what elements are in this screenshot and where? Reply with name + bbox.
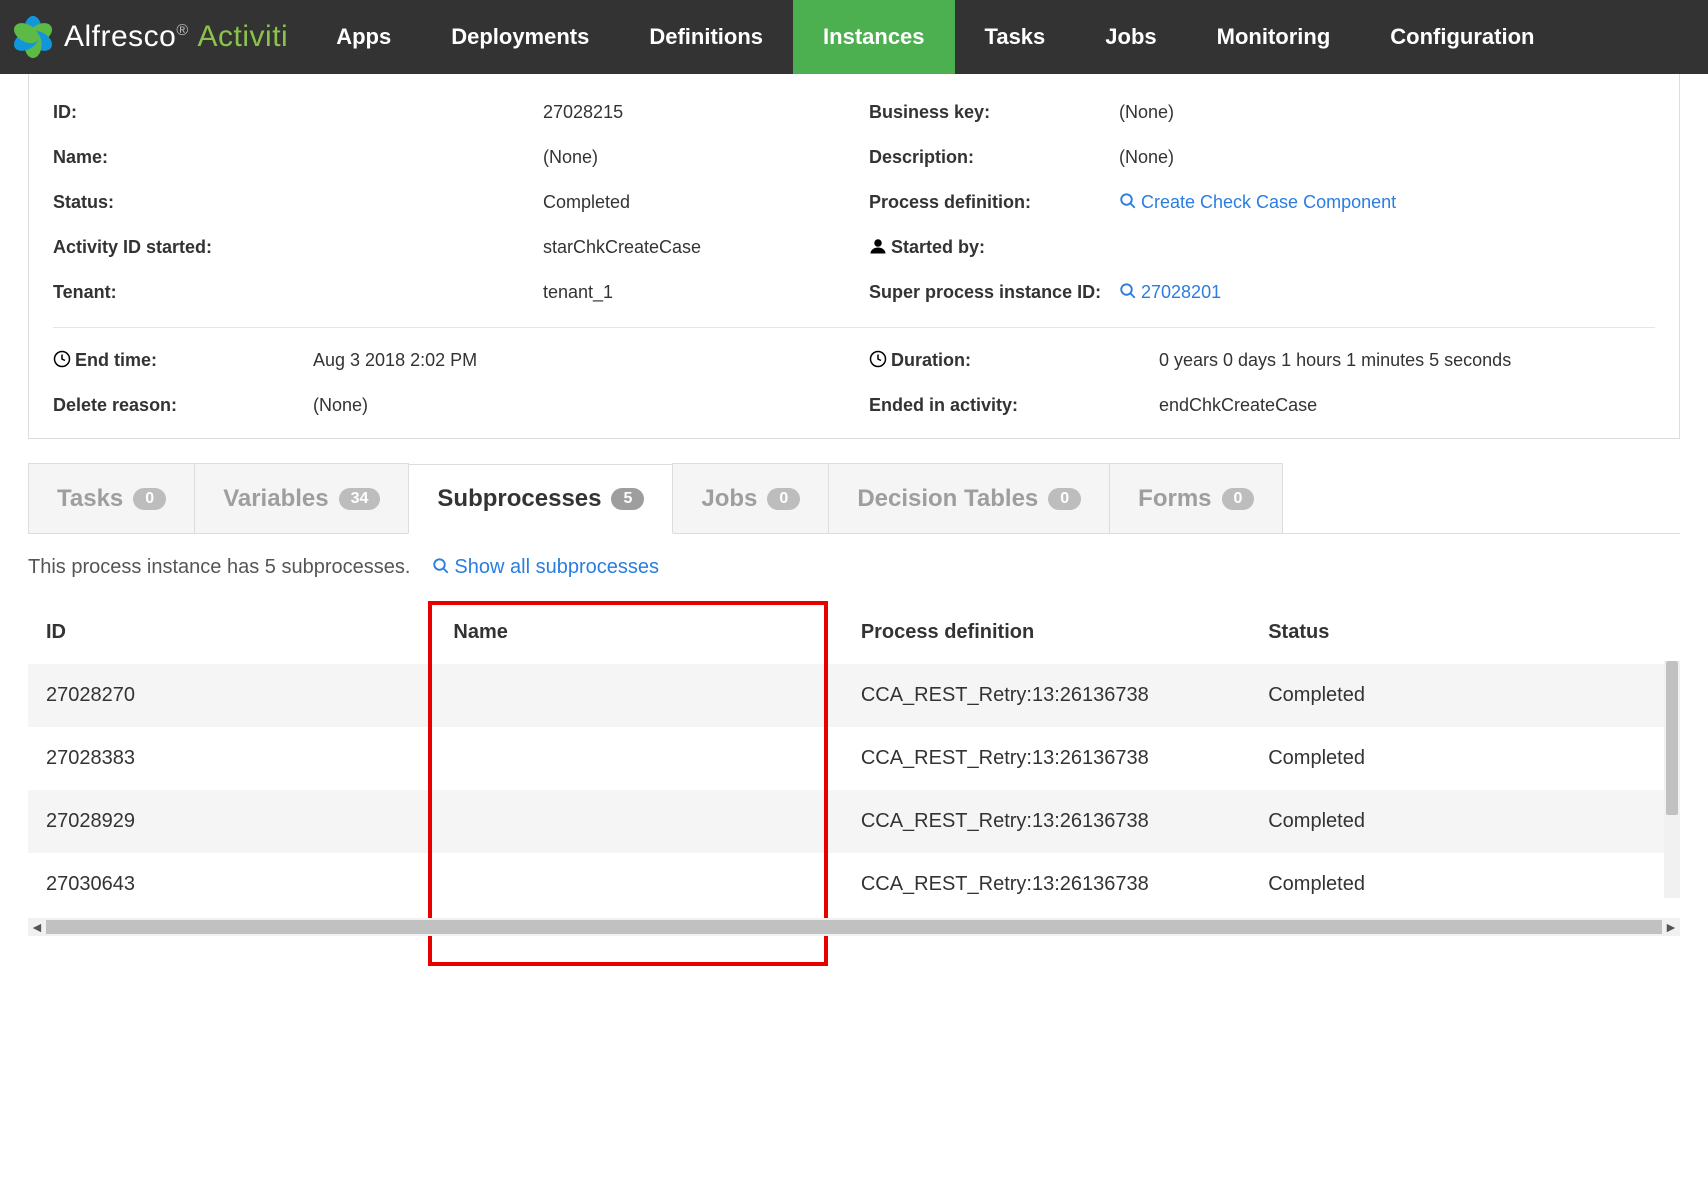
cell-pdef: CCA_REST_Retry:13:26136738 xyxy=(843,790,1250,853)
tenant-label: Tenant: xyxy=(53,282,543,303)
cell-name xyxy=(435,853,842,916)
description-label: Description: xyxy=(869,147,1119,168)
activity-id-started-value: starChkCreateCase xyxy=(543,237,701,258)
super-process-label: Super process instance ID: xyxy=(869,282,1119,303)
tab-badge: 0 xyxy=(1048,488,1081,510)
description-value: (None) xyxy=(1119,147,1174,168)
tab-decision-tables[interactable]: Decision Tables0 xyxy=(828,463,1110,533)
delete-reason-value: (None) xyxy=(313,395,839,416)
cell-name xyxy=(435,727,842,790)
end-time-value: Aug 3 2018 2:02 PM xyxy=(313,350,839,371)
table-row[interactable]: 27028929 CCA_REST_Retry:13:26136738 Comp… xyxy=(28,790,1678,853)
tab-forms[interactable]: Forms0 xyxy=(1109,463,1283,533)
cell-id: 27028929 xyxy=(28,790,435,853)
cell-name xyxy=(435,664,842,727)
tab-badge: 0 xyxy=(767,488,800,510)
tab-subprocesses[interactable]: Subprocesses5 xyxy=(408,464,673,534)
tab-badge: 0 xyxy=(1222,488,1255,510)
brand-text: Alfresco® Activiti xyxy=(64,20,288,54)
table-row[interactable]: 27028383 CCA_REST_Retry:13:26136738 Comp… xyxy=(28,727,1678,790)
end-time-label: End time: xyxy=(53,350,313,371)
cell-name xyxy=(435,790,842,853)
brand[interactable]: Alfresco® Activiti xyxy=(0,0,306,74)
col-header-name[interactable]: Name xyxy=(435,601,842,664)
nav-item-jobs[interactable]: Jobs xyxy=(1075,0,1186,74)
nav-item-instances[interactable]: Instances xyxy=(793,0,955,74)
show-all-subprocesses-link[interactable]: Show all subprocesses xyxy=(432,556,659,579)
col-header-process-definition[interactable]: Process definition xyxy=(843,601,1250,664)
id-value: 27028215 xyxy=(543,102,623,123)
super-process-link[interactable]: 27028201 xyxy=(1119,282,1221,303)
cell-pdef: CCA_REST_Retry:13:26136738 xyxy=(843,727,1250,790)
separator xyxy=(53,327,1655,328)
cell-pdef: CCA_REST_Retry:13:26136738 xyxy=(843,853,1250,916)
vertical-scrollbar[interactable] xyxy=(1664,661,1680,898)
tab-variables[interactable]: Variables34 xyxy=(194,463,409,533)
nav-item-definitions[interactable]: Definitions xyxy=(619,0,793,74)
cell-status: Completed xyxy=(1250,853,1678,916)
process-definition-label: Process definition: xyxy=(869,192,1119,213)
name-value: (None) xyxy=(543,147,598,168)
process-definition-link[interactable]: Create Check Case Component xyxy=(1119,192,1396,213)
activity-id-started-label: Activity ID started: xyxy=(53,237,543,258)
nav-item-apps[interactable]: Apps xyxy=(306,0,421,74)
nav-item-configuration[interactable]: Configuration xyxy=(1360,0,1564,74)
status-label: Status: xyxy=(53,192,543,213)
ended-in-activity-value: endChkCreateCase xyxy=(1159,395,1655,416)
cell-pdef: CCA_REST_Retry:13:26136738 xyxy=(843,664,1250,727)
cell-status: Completed xyxy=(1250,664,1678,727)
tab-jobs[interactable]: Jobs0 xyxy=(672,463,829,533)
alfresco-logo-icon xyxy=(10,14,56,60)
business-key-value: (None) xyxy=(1119,102,1174,123)
horizontal-scrollbar[interactable]: ◄ ► xyxy=(28,918,1680,936)
started-by-label: Started by: xyxy=(869,237,1119,258)
col-header-id[interactable]: ID xyxy=(28,601,435,664)
ended-in-activity-label: Ended in activity: xyxy=(869,395,1159,416)
nav-item-monitoring[interactable]: Monitoring xyxy=(1187,0,1361,74)
subprocess-table-scroll[interactable]: ID Name Process definition Status 270282… xyxy=(28,601,1680,916)
table-row[interactable]: 27030643 CCA_REST_Retry:13:26136738 Comp… xyxy=(28,853,1678,916)
col-header-status[interactable]: Status xyxy=(1250,601,1678,664)
scroll-right-icon[interactable]: ► xyxy=(1664,920,1678,934)
user-icon xyxy=(869,237,891,257)
cell-id: 27028383 xyxy=(28,727,435,790)
cell-status: Completed xyxy=(1250,727,1678,790)
name-label: Name: xyxy=(53,147,543,168)
clock-icon xyxy=(869,350,891,370)
subprocess-table: ID Name Process definition Status 270282… xyxy=(28,601,1678,916)
subprocesses-pane: This process instance has 5 subprocesses… xyxy=(28,534,1680,936)
status-value: Completed xyxy=(543,192,630,213)
cell-id: 27030643 xyxy=(28,853,435,916)
id-label: ID: xyxy=(53,102,543,123)
instance-details-panel: ID:27028215 Name:(None) Status:Completed… xyxy=(28,74,1680,439)
magnifier-icon xyxy=(1119,192,1141,212)
magnifier-icon xyxy=(1119,282,1141,302)
instance-tabs: Tasks0 Variables34 Subprocesses5 Jobs0 D… xyxy=(28,463,1680,534)
cell-id: 27028270 xyxy=(28,664,435,727)
clock-icon xyxy=(53,350,75,370)
nav-item-deployments[interactable]: Deployments xyxy=(421,0,619,74)
top-navbar: Alfresco® Activiti Apps Deployments Defi… xyxy=(0,0,1708,74)
tenant-value: tenant_1 xyxy=(543,282,613,303)
table-row[interactable]: 27028270 CCA_REST_Retry:13:26136738 Comp… xyxy=(28,664,1678,727)
subprocess-summary: This process instance has 5 subprocesses… xyxy=(28,556,410,579)
tab-tasks[interactable]: Tasks0 xyxy=(28,463,195,533)
duration-value: 0 years 0 days 1 hours 1 minutes 5 secon… xyxy=(1159,350,1655,371)
cell-status: Completed xyxy=(1250,790,1678,853)
delete-reason-label: Delete reason: xyxy=(53,395,313,416)
tab-badge: 0 xyxy=(133,488,166,510)
nav-item-tasks[interactable]: Tasks xyxy=(955,0,1076,74)
tab-badge: 34 xyxy=(339,488,381,510)
nav-items: Apps Deployments Definitions Instances T… xyxy=(306,0,1708,74)
scroll-left-icon[interactable]: ◄ xyxy=(30,920,44,934)
magnifier-icon xyxy=(432,556,454,578)
duration-label: Duration: xyxy=(869,350,1159,371)
tab-badge: 5 xyxy=(611,488,644,510)
business-key-label: Business key: xyxy=(869,102,1119,123)
